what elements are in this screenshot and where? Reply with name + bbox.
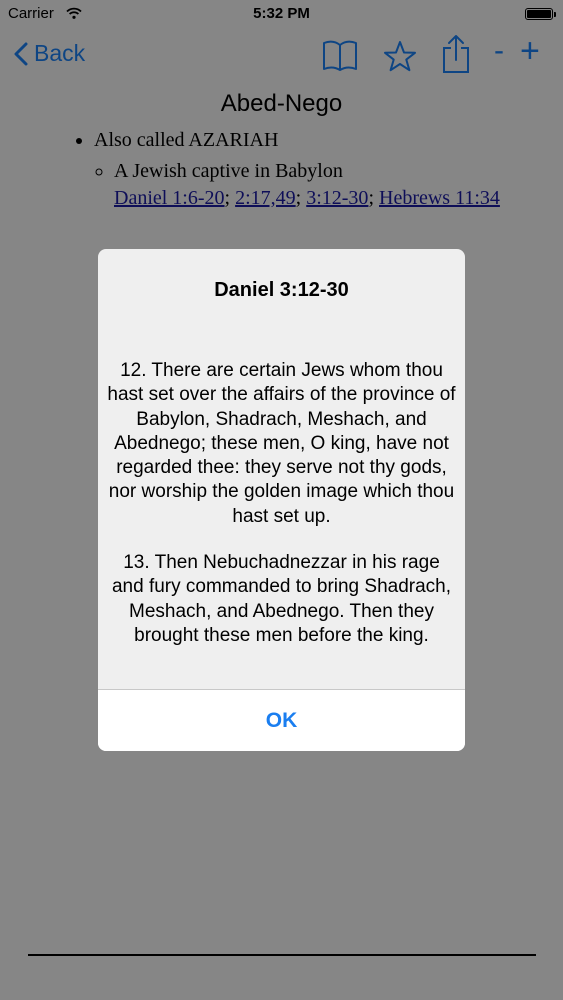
verse-text: 12. There are certain Jews whom thou has… [107,360,456,527]
verse-text: 13. Then Nebuchadnezzar in his rage and … [111,552,452,646]
ok-button[interactable]: OK [98,690,465,751]
verse-alert-dialog: Daniel 3:12-30 12. There are certain Jew… [98,249,465,751]
alert-title: Daniel 3:12-30 [214,279,349,301]
alert-message[interactable]: 12. There are certain Jews whom thou has… [98,359,465,661]
